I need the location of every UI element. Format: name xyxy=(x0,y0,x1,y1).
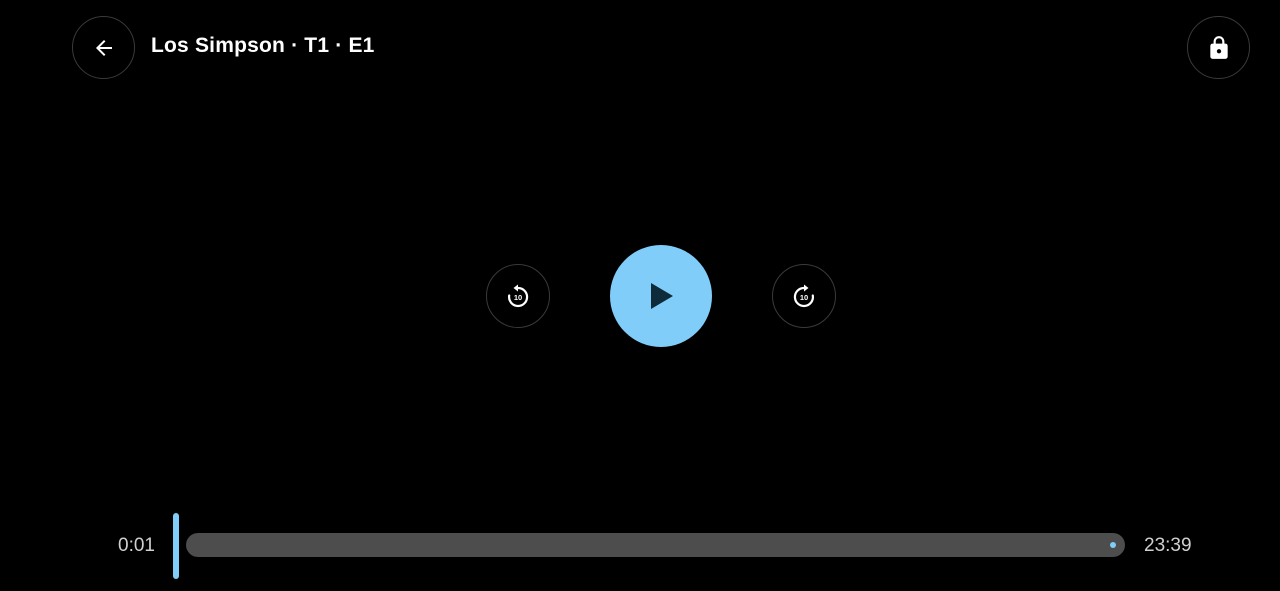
back-button[interactable] xyxy=(72,16,135,79)
forward-seconds-label: 10 xyxy=(800,293,808,302)
lock-icon xyxy=(1206,35,1232,61)
elapsed-time: 0:01 xyxy=(118,535,155,556)
forward-10-button[interactable]: 10 xyxy=(772,264,836,328)
track-end-dot xyxy=(1110,542,1116,548)
progress-track[interactable] xyxy=(186,533,1125,557)
play-icon xyxy=(646,280,676,312)
video-title: Los Simpson · T1 · E1 xyxy=(151,34,375,57)
rewind-seconds-label: 10 xyxy=(514,293,522,302)
progress-handle[interactable] xyxy=(172,513,179,579)
lock-screen-button[interactable] xyxy=(1187,16,1250,79)
rewind-10-button[interactable]: 10 xyxy=(486,264,550,328)
arrow-left-icon xyxy=(92,36,116,60)
forward-10-icon: 10 xyxy=(791,283,817,309)
total-duration: 23:39 xyxy=(1144,535,1192,556)
play-button[interactable] xyxy=(610,245,712,347)
replay-10-icon: 10 xyxy=(505,283,531,309)
